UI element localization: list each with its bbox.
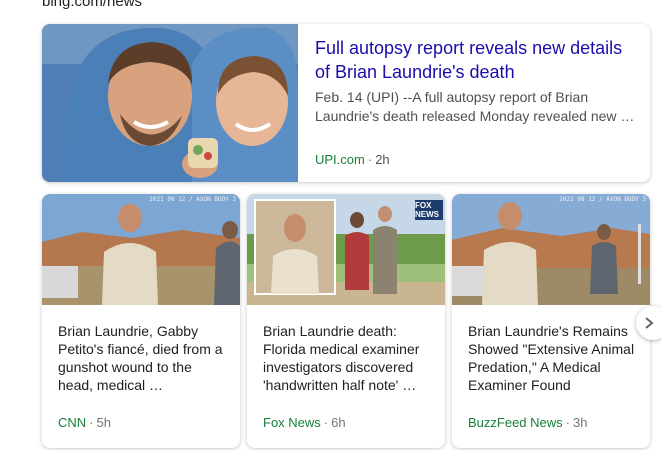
featured-headline-line2[interactable]: of Brian Laundrie's death	[315, 60, 635, 84]
featured-headline-line1[interactable]: Full autopsy report reveals new details	[315, 36, 635, 60]
news-card-thumbnail[interactable]: FOX NEWS	[247, 194, 445, 305]
news-card-thumbnail[interactable]: 2021 08 12 / AXON BODY 3	[452, 194, 650, 305]
news-card-meta: Fox News · 6h	[263, 415, 346, 430]
featured-headline[interactable]: Full autopsy report reveals new details …	[315, 36, 635, 84]
chevron-right-icon	[645, 317, 654, 329]
news-card-thumbnail[interactable]: 2021 08 12 / AXON BODY 3	[42, 194, 240, 305]
bodycam-photo	[42, 194, 240, 305]
bodycam-timestamp: 2021 08 12 / AXON BODY 3	[149, 196, 236, 203]
meta-separator: ·	[565, 415, 570, 430]
fox-news-logo-icon: FOX NEWS	[415, 200, 443, 220]
news-card-meta: BuzzFeed News · 3h	[468, 415, 587, 430]
news-card-source[interactable]: BuzzFeed News	[468, 415, 563, 430]
featured-news-card[interactable]: Full autopsy report reveals new details …	[42, 24, 650, 182]
news-card-source[interactable]: CNN	[58, 415, 86, 430]
news-card-fox[interactable]: FOX NEWS Brian Laundrie death: Florida m…	[247, 194, 445, 448]
source-url[interactable]: bing.com/news	[42, 0, 142, 12]
meta-separator: ·	[367, 152, 373, 167]
featured-time: 2h	[375, 152, 390, 167]
news-card-headline[interactable]: Brian Laundrie, Gabby Petito's fiancé, d…	[58, 322, 228, 394]
bodycam-timestamp: 2021 08 12 / AXON BODY 3	[559, 196, 646, 203]
news-card-meta: CNN · 5h	[58, 415, 111, 430]
featured-meta: UPI.com · 2h	[315, 152, 390, 167]
news-card-headline[interactable]: Brian Laundrie death: Florida medical ex…	[263, 322, 433, 394]
news-card-source[interactable]: Fox News	[263, 415, 321, 430]
featured-thumbnail[interactable]	[42, 24, 298, 182]
featured-source[interactable]: UPI.com	[315, 152, 365, 167]
meta-separator: ·	[89, 415, 94, 430]
featured-snippet: Feb. 14 (UPI) --A full autopsy report of…	[315, 89, 635, 124]
bodycam-photo	[452, 194, 650, 305]
news-card-buzzfeed[interactable]: 2021 08 12 / AXON BODY 3 Brian Laundrie'…	[452, 194, 650, 448]
news-card-headline[interactable]: Brian Laundrie's Remains Showed "Extensi…	[468, 322, 638, 394]
news-card-time: 3h	[573, 415, 588, 430]
news-card-cnn[interactable]: 2021 08 12 / AXON BODY 3 Brian Laundrie,…	[42, 194, 240, 448]
news-card-time: 6h	[331, 415, 346, 430]
news-card-time: 5h	[96, 415, 111, 430]
couple-photo	[42, 24, 298, 182]
meta-separator: ·	[323, 415, 329, 430]
